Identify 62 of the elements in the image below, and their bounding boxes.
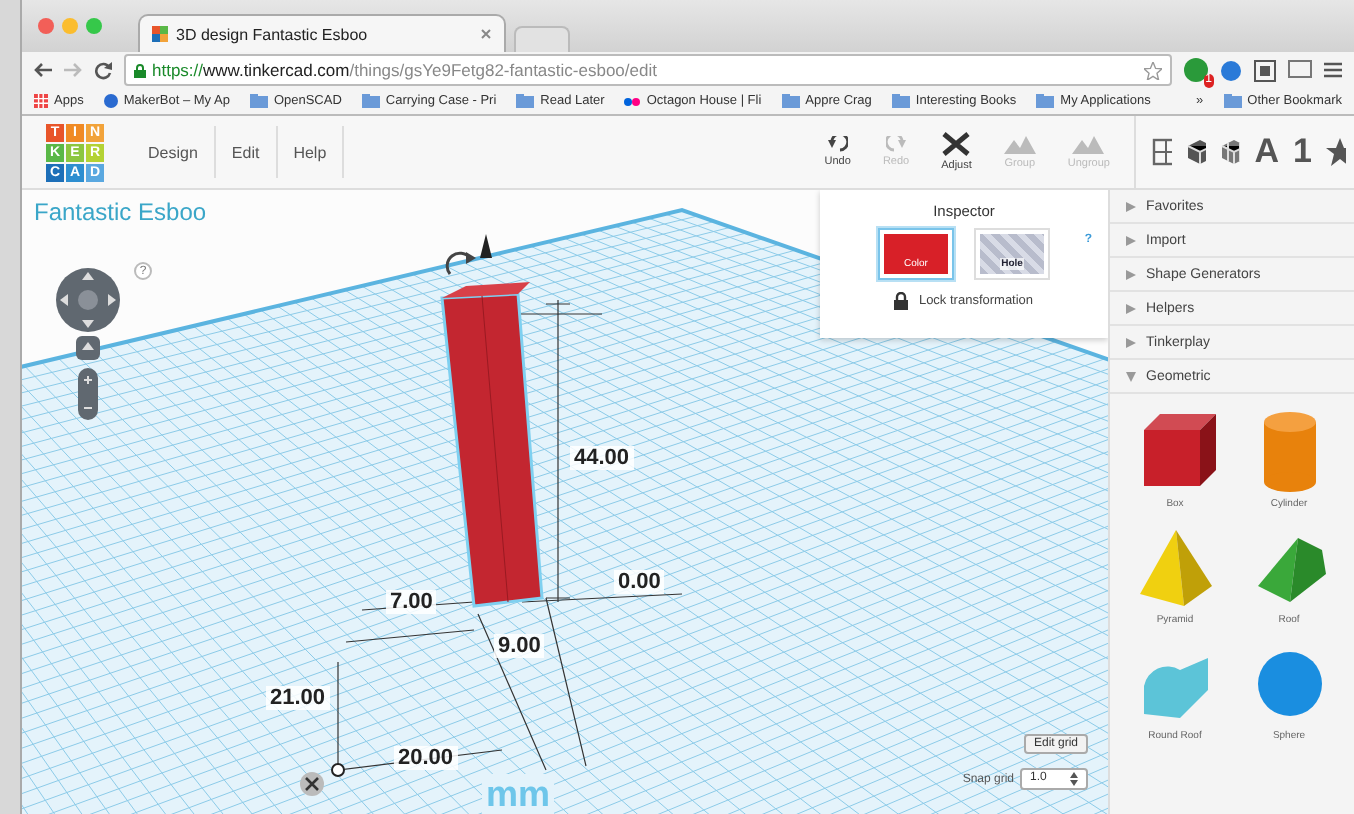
dimension-label[interactable]: 21.00 [266,686,330,710]
design-title: Fantastic Esboo [34,198,207,226]
dimension-label[interactable]: 44.00 [570,446,634,470]
dimension-label[interactable]: 9.00 [494,634,545,658]
lift-cone-icon[interactable] [480,234,492,258]
extension-icon[interactable] [1220,59,1242,81]
menu-item[interactable]: Edit [215,126,278,178]
undo-icon [827,136,848,152]
origin-handle[interactable] [331,763,345,777]
back-arrow-icon[interactable] [34,62,52,78]
browser-tab[interactable]: 3D design Fantastic Esboo [138,14,506,52]
caret-right-icon [1126,337,1136,347]
two-dots-icon [624,97,641,105]
star-icon[interactable] [1144,61,1162,79]
folder-icon [891,94,910,108]
units-label: mm [482,774,555,814]
address-bar[interactable]: https://www.tinkercad.com/things/gsYe9Fetg82-fantastic-esboo/edit [124,54,1172,86]
lock-icon [134,63,146,77]
folder-icon [249,94,268,108]
caret-down-icon [1126,371,1136,381]
dimension-label[interactable]: 20.00 [394,746,458,770]
caret-right-icon [1126,201,1136,211]
wireframe-cube-icon[interactable] [1220,138,1241,166]
text-view-button[interactable]: A [1254,132,1279,172]
caret-right-icon [1126,269,1136,279]
reload-icon[interactable] [94,61,112,79]
cube-icon[interactable] [1186,138,1207,166]
redo-icon [886,136,907,152]
home-view-button[interactable] [76,336,100,360]
tab-title: 3D design Fantastic Esboo [176,25,368,43]
tinkercad-favicon-icon [152,26,168,42]
extension-icon[interactable] [1254,59,1276,81]
box-shape[interactable] [440,282,544,608]
view-navigation-control[interactable] [56,268,120,332]
padlock-icon[interactable] [894,292,909,310]
folder-icon [361,94,380,108]
ruler-cross-icon [942,132,971,156]
star-icon[interactable] [1325,138,1346,166]
grid-view-icon[interactable] [1152,138,1173,166]
folder-icon [1036,94,1055,108]
caret-right-icon [1126,303,1136,313]
globe-icon [103,94,118,108]
url-text: https://www.tinkercad.com/things/gsYe9Fetg82-fantastic-esboo/edit [152,60,657,80]
folder-icon [516,94,535,108]
cast-icon[interactable] [1288,60,1312,80]
zoom-control[interactable] [78,368,98,420]
menu-item[interactable]: Help [277,126,345,178]
menu-icon[interactable] [1324,62,1342,78]
stepper-arrows-icon [1070,772,1078,786]
delete-marker-icon[interactable] [300,772,324,796]
menu-item[interactable]: Design [132,126,216,178]
folder-icon [1223,94,1242,108]
dimension-label[interactable]: 7.00 [386,590,437,614]
text-view-button[interactable]: 1 [1292,132,1312,172]
dimension-label[interactable]: 0.00 [614,570,665,594]
rotate-arrow-icon[interactable] [445,251,476,275]
apps-grid-icon [34,94,48,108]
mountains-icon [1003,135,1036,153]
folder-icon [781,94,800,108]
mountains-icon [1072,135,1105,153]
close-tab-icon[interactable] [480,28,492,40]
caret-right-icon [1126,235,1136,245]
